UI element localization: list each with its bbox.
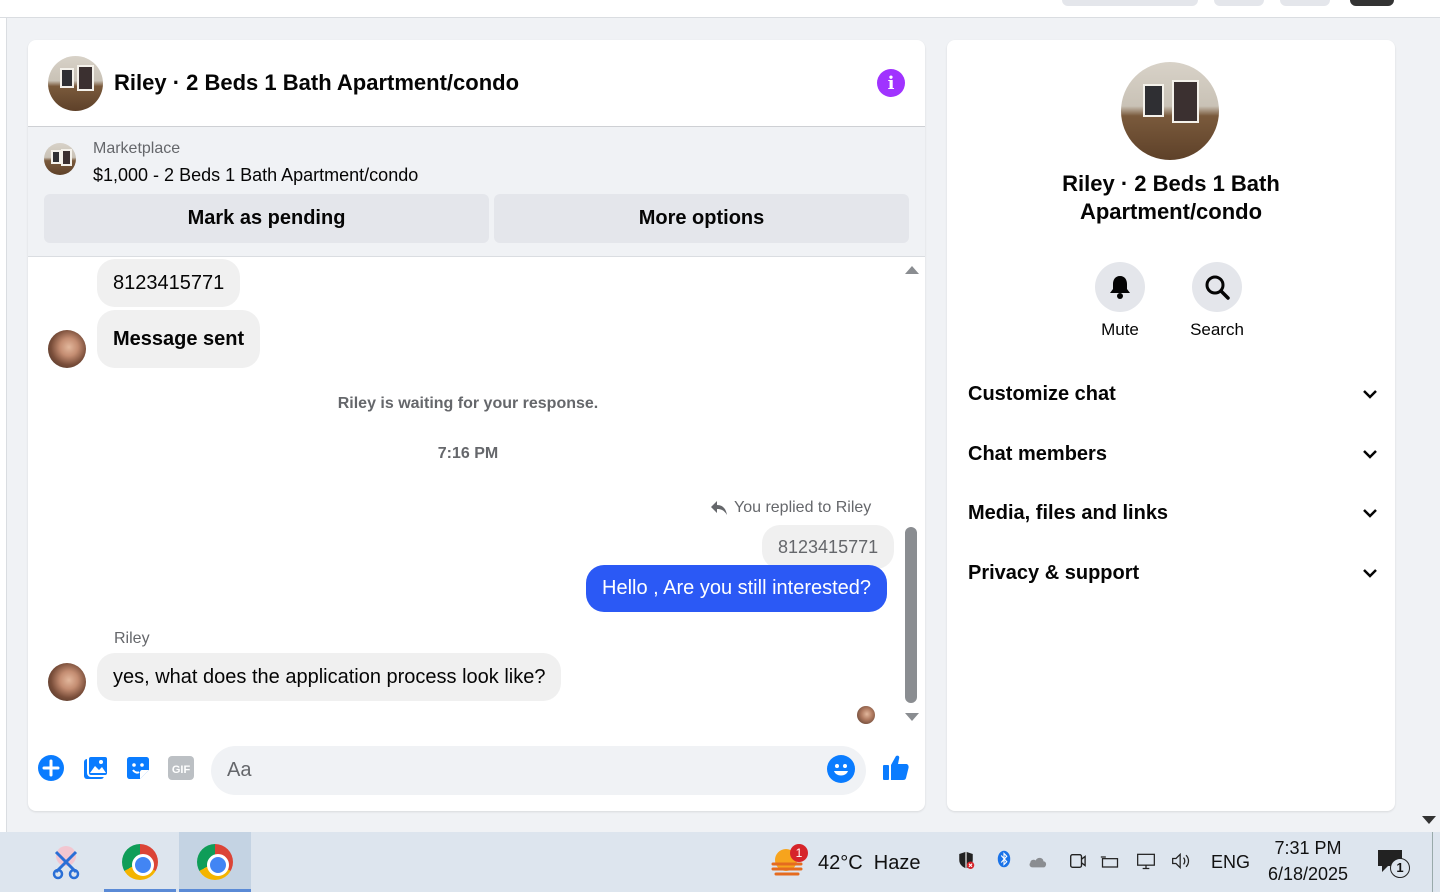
timestamp: 7:16 PM — [437, 445, 499, 462]
bluetooth-icon[interactable] — [994, 850, 1014, 868]
riley-avatar[interactable] — [48, 663, 86, 701]
network-icon[interactable] — [1136, 852, 1156, 870]
bell-icon — [1095, 262, 1145, 312]
mute-label: Mute — [1101, 320, 1139, 339]
conversation-info-panel: Riley · 2 Beds 1 Bath Apartment/condo Mu… — [947, 40, 1395, 811]
reply-label: You replied to Riley — [734, 499, 872, 516]
taskbar-snipping-tool[interactable] — [30, 832, 102, 892]
photo-icon[interactable] — [82, 754, 110, 782]
taskbar-chrome-profile[interactable] — [179, 832, 251, 892]
section-label: Privacy & support — [968, 561, 1140, 584]
weather-text: 42°C Haze — [818, 852, 921, 874]
chevron-down-icon — [1363, 450, 1377, 459]
left-edge — [0, 18, 7, 832]
volume-icon[interactable] — [1171, 852, 1191, 870]
section-label: Media, files and links — [968, 501, 1169, 524]
media-files-links-section[interactable]: Media, files and links — [968, 493, 1378, 533]
battery-plug-icon[interactable] — [1100, 853, 1120, 871]
onedrive-cloud-icon[interactable] — [1028, 853, 1048, 871]
emoji-icon[interactable] — [827, 755, 855, 783]
clock[interactable]: 7:31 PM 6/18/2025 — [1262, 836, 1354, 888]
mark-as-pending-button[interactable]: Mark as pending — [44, 194, 489, 243]
weather-widget[interactable]: 1 42°C Haze — [770, 842, 940, 882]
top-notifications-button[interactable] — [1280, 0, 1330, 6]
scroll-down-arrow[interactable] — [905, 713, 919, 721]
info-icon[interactable]: i — [877, 69, 905, 97]
more-options-button[interactable]: More options — [494, 194, 909, 243]
search-button[interactable]: Search — [1182, 262, 1252, 340]
browser-top-strip — [0, 0, 1440, 18]
taskbar-chrome[interactable] — [104, 832, 176, 892]
customize-chat-section[interactable]: Customize chat — [968, 374, 1378, 414]
marketplace-label: Marketplace — [93, 140, 181, 157]
outgoing-message[interactable]: Hello , Are you still interested? — [586, 565, 888, 612]
chevron-down-icon — [1363, 569, 1377, 578]
message-list[interactable]: 8123415771 Message sent Riley is waiting… — [28, 257, 925, 732]
listing-thumbnail[interactable] — [44, 143, 76, 175]
scroll-up-arrow[interactable] — [905, 266, 919, 274]
search-icon — [1192, 262, 1242, 312]
clock-date: 6/18/2025 — [1267, 864, 1349, 884]
seen-indicator-avatar — [857, 706, 875, 724]
marketplace-banner: Marketplace $1,000 - 2 Beds 1 Bath Apart… — [28, 127, 925, 257]
incoming-message[interactable]: yes, what does the application process l… — [97, 653, 562, 701]
top-search-pill[interactable] — [1062, 0, 1198, 6]
quoted-message[interactable]: 8123415771 — [762, 525, 895, 569]
message-bubble-phone[interactable]: 8123415771 — [97, 259, 241, 307]
profile-avatar[interactable] — [1121, 62, 1219, 160]
snipping-tool-icon — [52, 846, 80, 880]
waiting-notice: Riley is waiting for your response. — [337, 395, 599, 412]
chat-window: Riley · 2 Beds 1 Bath Apartment/condo i … — [28, 40, 925, 811]
clock-time: 7:31 PM — [1274, 838, 1342, 858]
composer-bar: GIF — [28, 738, 925, 804]
plus-icon[interactable] — [37, 754, 65, 782]
gif-icon[interactable]: GIF — [167, 754, 195, 782]
taskbar-app-partial[interactable] — [0, 832, 20, 892]
reply-indicator: You replied to Riley — [710, 499, 871, 517]
chat-title[interactable]: Riley · 2 Beds 1 Bath Apartment/condo — [114, 70, 519, 96]
meet-now-icon[interactable] — [1067, 852, 1087, 870]
chat-header: Riley · 2 Beds 1 Bath Apartment/condo i — [28, 40, 925, 127]
language-indicator[interactable]: ENG — [1211, 852, 1250, 873]
page-scroll-down-arrow[interactable] — [1422, 816, 1436, 824]
mute-button[interactable]: Mute — [1085, 262, 1155, 340]
chrome-profile-icon — [197, 844, 233, 880]
windows-taskbar: 1 42°C Haze ENG 7:31 PM 6/18/2025 1 — [0, 832, 1440, 892]
thumbs-up-icon[interactable] — [880, 752, 912, 784]
weather-alert-badge: 1 — [790, 844, 808, 862]
gif-label: GIF — [172, 764, 191, 776]
notification-center-button[interactable]: 1 — [1376, 848, 1416, 880]
security-shield-icon[interactable] — [956, 851, 976, 869]
chevron-down-icon — [1363, 390, 1377, 399]
scrollbar-thumb[interactable] — [905, 527, 917, 703]
profile-name: Riley · 2 Beds 1 Bath Apartment/condo — [1062, 171, 1280, 224]
notification-count: 1 — [1390, 858, 1410, 878]
top-profile-button[interactable] — [1350, 0, 1394, 6]
listing-title[interactable]: $1,000 - 2 Beds 1 Bath Apartment/condo — [93, 165, 418, 186]
message-bubble-sent-notice[interactable]: Message sent — [97, 310, 261, 368]
search-label: Search — [1190, 320, 1244, 339]
chevron-down-icon — [1363, 509, 1377, 518]
privacy-support-section[interactable]: Privacy & support — [968, 553, 1378, 593]
section-label: Chat members — [968, 442, 1107, 465]
message-input[interactable] — [211, 746, 866, 795]
sticker-icon[interactable] — [124, 754, 152, 782]
reply-icon — [711, 501, 727, 515]
riley-avatar[interactable] — [48, 330, 86, 368]
sender-name: Riley — [114, 630, 150, 647]
chrome-icon — [122, 844, 158, 880]
top-menu-button[interactable] — [1214, 0, 1264, 6]
show-desktop-button[interactable] — [1432, 832, 1440, 892]
listing-avatar[interactable] — [48, 55, 103, 111]
section-label: Customize chat — [968, 382, 1116, 405]
chat-members-section[interactable]: Chat members — [968, 434, 1378, 474]
